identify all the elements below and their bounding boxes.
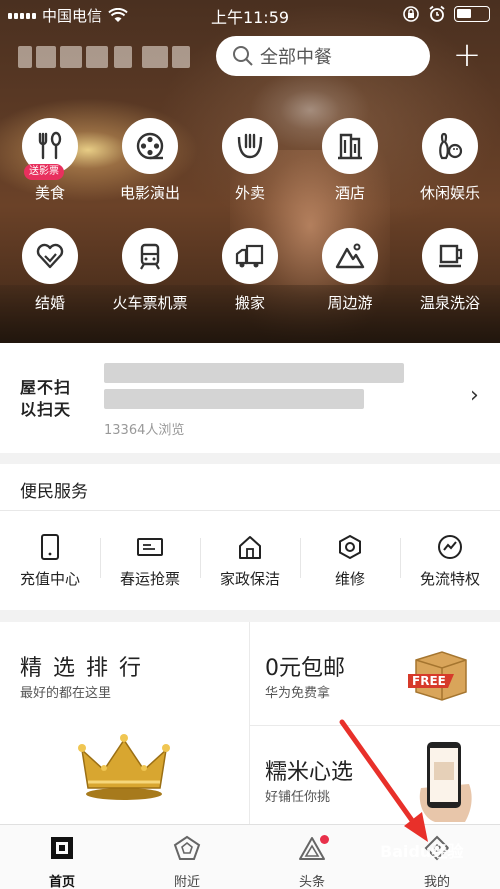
- orientation-lock-icon: [403, 6, 419, 22]
- category-train-flight[interactable]: 火车票机票: [100, 228, 200, 313]
- phone-in-hand-image: [419, 742, 472, 822]
- fork-spoon-icon: [38, 131, 62, 160]
- trend-icon: [438, 535, 462, 559]
- hex-nut-icon: [339, 534, 361, 560]
- service-label: 家政保洁: [219, 570, 280, 588]
- category-label: 电影演出: [119, 184, 180, 202]
- truck-icon: [235, 244, 264, 268]
- banner-desc-blurred: [104, 389, 364, 409]
- service-label: 免流特权: [419, 570, 480, 588]
- service-label: 充值中心: [19, 570, 80, 588]
- search-placeholder: 全部中餐: [260, 47, 332, 68]
- category-food[interactable]: 送影票 美食: [0, 118, 100, 203]
- chevron-right-icon[interactable]: ›: [470, 383, 479, 408]
- mountain-icon: [335, 243, 365, 269]
- search-bar[interactable]: 全部中餐: [216, 36, 430, 76]
- category-wedding[interactable]: 结婚: [0, 228, 100, 313]
- tab-headlines[interactable]: 头条: [262, 835, 362, 889]
- banner-logo: 屋不扫 以扫天: [20, 377, 86, 421]
- category-label: 周边游: [327, 294, 373, 312]
- watermark: Baidu经验: [380, 842, 464, 861]
- crown-image: [78, 734, 170, 800]
- promo-subtitle: 华为免费拿: [265, 686, 331, 701]
- promo-nuomi-picks[interactable]: 糯米心选 好铺任你挑: [250, 726, 500, 824]
- add-button[interactable]: +: [452, 36, 482, 76]
- category-nearby-travel[interactable]: 周边游: [300, 228, 400, 313]
- tab-label: 附近: [173, 875, 200, 889]
- category-spa[interactable]: 温泉洗浴: [400, 228, 500, 313]
- service-label: 维修: [334, 570, 365, 588]
- promo-subtitle: 好铺任你挑: [265, 790, 331, 805]
- promo-grid: 精 选 排 行 最好的都在这里 0元包邮 华为免费拿 FREE 糯米心选 好铺任…: [0, 622, 500, 824]
- service-free-data[interactable]: 免流特权: [400, 532, 500, 589]
- food-badge: 送影票: [24, 164, 64, 180]
- bowling-icon: [439, 132, 463, 160]
- phone-icon: [41, 534, 59, 560]
- train-icon: [140, 243, 160, 270]
- category-moving[interactable]: 搬家: [200, 228, 300, 313]
- category-takeout[interactable]: 外卖: [200, 118, 300, 203]
- hotel-icon: [338, 133, 362, 160]
- bath-icon: [439, 244, 463, 268]
- alarm-icon: [429, 5, 445, 22]
- promo-subtitle: 最好的都在这里: [20, 686, 112, 701]
- service-spring-tickets[interactable]: 春运抢票: [100, 532, 200, 589]
- category-label: 火车票机票: [112, 294, 188, 312]
- banner-logo-line1: 屋不扫: [20, 378, 72, 397]
- notification-dot: [320, 835, 329, 844]
- category-label: 休闲娱乐: [419, 184, 480, 202]
- category-movies-shows[interactable]: 电影演出: [100, 118, 200, 203]
- category-label: 美食: [34, 184, 65, 202]
- takeout-icon: [237, 133, 263, 159]
- category-label: 搬家: [234, 294, 265, 312]
- promo-top-ranking[interactable]: 精 选 排 行 最好的都在这里: [0, 622, 249, 824]
- convenience-services: 便民服务 充值中心 春运抢票 家政保洁 维修 免流特权: [0, 464, 500, 610]
- pentagon-icon: [173, 835, 201, 860]
- tab-home[interactable]: 首页: [12, 835, 112, 889]
- service-label: 春运抢票: [119, 570, 180, 588]
- promo-title: 0元包邮: [265, 656, 345, 681]
- tab-nearby[interactable]: 附近: [137, 835, 237, 889]
- house-icon: [239, 536, 261, 559]
- category-label: 酒店: [334, 184, 365, 202]
- ticket-icon: [137, 538, 163, 556]
- tab-label: 首页: [48, 875, 75, 889]
- home-square-icon: [51, 837, 73, 859]
- category-hotel[interactable]: 酒店: [300, 118, 400, 203]
- search-icon: [233, 46, 253, 66]
- free-label: FREE: [412, 674, 446, 688]
- banner-view-count: 13364人浏览: [104, 423, 185, 438]
- category-label: 结婚: [34, 294, 65, 312]
- battery-icon: [454, 6, 490, 22]
- service-repair[interactable]: 维修: [300, 532, 400, 589]
- promo-free-shipping[interactable]: 0元包邮 华为免费拿 FREE: [250, 622, 500, 725]
- category-label: 外卖: [234, 184, 265, 202]
- free-box-image: FREE: [408, 644, 472, 704]
- services-title: 便民服务: [20, 482, 88, 502]
- service-recharge[interactable]: 充值中心: [0, 532, 100, 589]
- status-bar: 中国电信 上午11:59: [0, 0, 500, 28]
- film-reel-icon: [136, 132, 164, 160]
- promo-title: 糯米心选: [265, 760, 354, 785]
- service-housekeeping[interactable]: 家政保洁: [200, 532, 300, 589]
- city-selector-blurred[interactable]: [18, 42, 198, 72]
- category-leisure[interactable]: 休闲娱乐: [400, 118, 500, 203]
- promo-banner[interactable]: 屋不扫 以扫天 13364人浏览 ›: [0, 343, 500, 453]
- category-label: 温泉洗浴: [419, 294, 480, 312]
- banner-logo-line2: 以扫天: [20, 400, 72, 419]
- banner-title-blurred: [104, 363, 404, 383]
- tab-label: 头条: [298, 875, 325, 889]
- heart-icon: [36, 243, 64, 269]
- promo-title: 精 选 排 行: [20, 656, 143, 681]
- divider: [0, 510, 500, 511]
